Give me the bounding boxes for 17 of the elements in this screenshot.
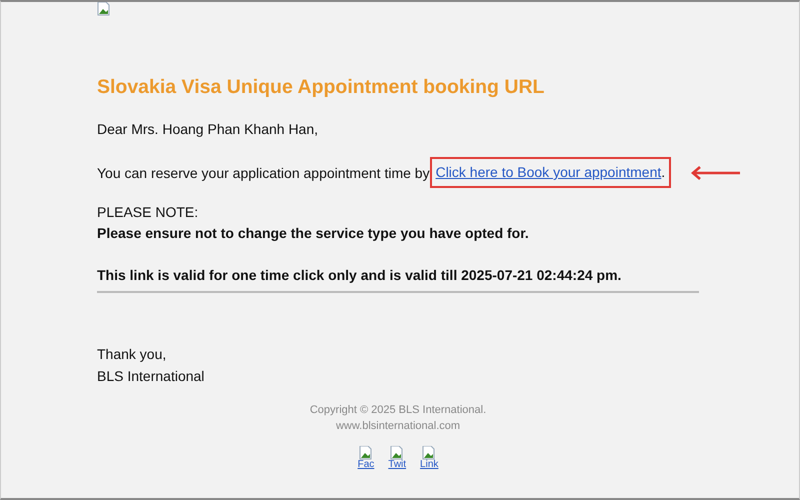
social-link[interactable]: Fac [358, 446, 374, 470]
punctuation-text: . [661, 164, 666, 180]
note-text: Please ensure not to change the service type you have opted for. [97, 225, 530, 241]
signoff-text: Thank you, [97, 346, 168, 362]
note-text: This link is valid for one time click only and is valid till 2025-07-21 02:44:24 pm. [97, 267, 622, 283]
broken-image-icon [97, 2, 111, 16]
social-link[interactable]: Twit [388, 446, 406, 470]
pointer-arrow [691, 166, 742, 180]
website-text: www.blsinternational.com [334, 420, 462, 432]
copyright-text: Copyright © 2025 BLS International. [308, 404, 488, 416]
social-link[interactable]: Link [420, 446, 438, 470]
greeting-text: Dear Mrs. Hoang Phan Khanh Han, [97, 121, 320, 137]
signoff-text: BLS International [97, 368, 206, 384]
message-prefix-text: You can reserve your application appointment time by [97, 164, 430, 180]
booking-link[interactable]: Click here to Book your appointment [436, 164, 662, 180]
email-title: Slovakia Visa Unique Appointment booking URL [97, 76, 546, 99]
note-heading: PLEASE NOTE: [97, 204, 200, 220]
